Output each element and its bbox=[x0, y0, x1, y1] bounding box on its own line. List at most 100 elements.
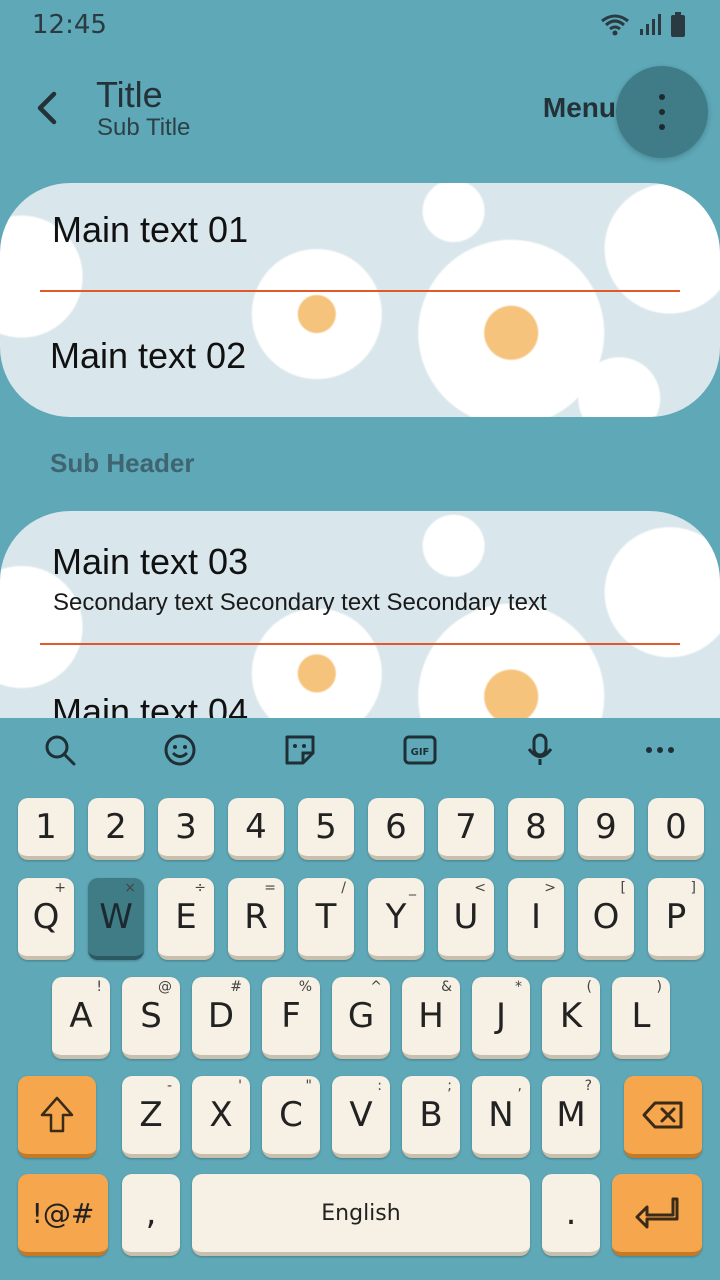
key-p[interactable]: P] bbox=[648, 878, 704, 960]
key-u[interactable]: U < bbox=[438, 878, 494, 960]
sticker-icon[interactable] bbox=[282, 732, 318, 768]
key-e[interactable]: E ÷ bbox=[158, 878, 214, 960]
key-v[interactable]: V: bbox=[332, 1076, 390, 1158]
backspace-icon bbox=[642, 1101, 683, 1129]
key-6[interactable]: 6 bbox=[368, 798, 424, 860]
key-hint: + bbox=[54, 880, 66, 896]
key-4[interactable]: 4 bbox=[228, 798, 284, 860]
gif-icon[interactable]: GIF bbox=[402, 732, 438, 768]
list-item-1[interactable]: Main text 01 bbox=[52, 209, 248, 251]
page-title: Title bbox=[96, 74, 163, 115]
key-w[interactable]: W × bbox=[88, 878, 144, 960]
key-9[interactable]: 9 bbox=[578, 798, 634, 860]
key-x[interactable]: X ' bbox=[192, 1076, 250, 1158]
key-label: 7 bbox=[455, 807, 477, 847]
backspace-key[interactable] bbox=[624, 1076, 702, 1158]
key-hint: × bbox=[124, 880, 136, 896]
key-hint: / bbox=[341, 880, 346, 896]
key-s[interactable]: S @ bbox=[122, 977, 180, 1059]
key-label: C bbox=[279, 1095, 303, 1135]
key-label: W bbox=[99, 897, 133, 937]
key-f[interactable]: F% bbox=[262, 977, 320, 1059]
shift-key[interactable] bbox=[18, 1076, 96, 1158]
key-g[interactable]: G ^ bbox=[332, 977, 390, 1059]
period-key[interactable]: . bbox=[542, 1174, 600, 1256]
key-m[interactable]: M? bbox=[542, 1076, 600, 1158]
list-item-3[interactable]: Main text 03 bbox=[52, 541, 248, 583]
key-l[interactable]: L) bbox=[612, 977, 670, 1059]
key-hint: " bbox=[305, 1078, 312, 1094]
comma-key[interactable]: , bbox=[122, 1174, 180, 1256]
key-t[interactable]: T / bbox=[298, 878, 354, 960]
key-n[interactable]: N, bbox=[472, 1076, 530, 1158]
key-label: B bbox=[419, 1095, 443, 1135]
list-item-2[interactable]: Main text 02 bbox=[50, 335, 246, 377]
key-label: 3 bbox=[175, 807, 197, 847]
key-label: E bbox=[175, 897, 197, 937]
symbols-key-label: !@# bbox=[31, 1196, 95, 1230]
key-label: M bbox=[556, 1095, 586, 1135]
key-hint: * bbox=[515, 979, 522, 995]
enter-icon bbox=[635, 1197, 679, 1229]
key-label: Q bbox=[32, 897, 60, 937]
symbols-key[interactable]: !@# bbox=[18, 1174, 108, 1256]
key-j[interactable]: J * bbox=[472, 977, 530, 1059]
key-label: O bbox=[592, 897, 620, 937]
key-3[interactable]: 3 bbox=[158, 798, 214, 860]
key-q[interactable]: Q + bbox=[18, 878, 74, 960]
signal-icon bbox=[640, 14, 661, 35]
search-icon[interactable] bbox=[42, 732, 78, 768]
key-y[interactable]: Y _ bbox=[368, 878, 424, 960]
key-7[interactable]: 7 bbox=[438, 798, 494, 860]
comma-key-label: , bbox=[145, 1193, 157, 1233]
key-hint: ' bbox=[238, 1078, 242, 1094]
key-k[interactable]: K( bbox=[542, 977, 600, 1059]
space-key[interactable]: English bbox=[192, 1174, 530, 1256]
more-options-button[interactable] bbox=[616, 66, 708, 158]
key-hint: ? bbox=[584, 1078, 592, 1094]
keyboard: GIF !@# , English . 1 2 3 4 5 6 7 8 9 0 … bbox=[0, 718, 720, 1280]
key-1[interactable]: 1 bbox=[18, 798, 74, 860]
key-hint: & bbox=[441, 979, 452, 995]
key-5[interactable]: 5 bbox=[298, 798, 354, 860]
key-label: 1 bbox=[35, 807, 57, 847]
period-key-label: . bbox=[565, 1193, 577, 1233]
key-hint: ) bbox=[656, 979, 662, 995]
list-divider bbox=[40, 290, 680, 292]
key-hint: > bbox=[544, 880, 556, 896]
emoji-icon[interactable] bbox=[162, 732, 198, 768]
key-o[interactable]: O[ bbox=[578, 878, 634, 960]
key-hint: @ bbox=[158, 979, 172, 995]
mic-icon[interactable] bbox=[522, 732, 558, 768]
key-r[interactable]: R = bbox=[228, 878, 284, 960]
key-label: Y bbox=[385, 897, 407, 937]
key-b[interactable]: B; bbox=[402, 1076, 460, 1158]
more-horizontal-icon[interactable] bbox=[642, 732, 678, 768]
key-label: G bbox=[347, 996, 375, 1036]
menu-button[interactable]: Menu bbox=[543, 92, 616, 124]
key-label: 5 bbox=[315, 807, 337, 847]
key-d[interactable]: D # bbox=[192, 977, 250, 1059]
key-label: T bbox=[315, 897, 337, 937]
back-button[interactable] bbox=[28, 86, 68, 130]
key-2[interactable]: 2 bbox=[88, 798, 144, 860]
key-hint: , bbox=[517, 1078, 522, 1094]
key-label: F bbox=[281, 996, 301, 1036]
key-0[interactable]: 0 bbox=[648, 798, 704, 860]
key-label: 0 bbox=[665, 807, 687, 847]
key-8[interactable]: 8 bbox=[508, 798, 564, 860]
key-h[interactable]: H & bbox=[402, 977, 460, 1059]
key-i[interactable]: I > bbox=[508, 878, 564, 960]
key-hint: < bbox=[474, 880, 486, 896]
svg-text:GIF: GIF bbox=[411, 747, 430, 758]
key-a[interactable]: A! bbox=[52, 977, 110, 1059]
enter-key[interactable] bbox=[612, 1174, 702, 1256]
key-label: S bbox=[140, 996, 162, 1036]
key-hint: : bbox=[377, 1078, 382, 1094]
key-label: H bbox=[418, 996, 444, 1036]
key-label: J bbox=[495, 996, 507, 1036]
back-arrow-icon bbox=[37, 91, 57, 125]
key-c[interactable]: C " bbox=[262, 1076, 320, 1158]
key-z[interactable]: Z- bbox=[122, 1076, 180, 1158]
status-time: 12:45 bbox=[32, 10, 107, 40]
